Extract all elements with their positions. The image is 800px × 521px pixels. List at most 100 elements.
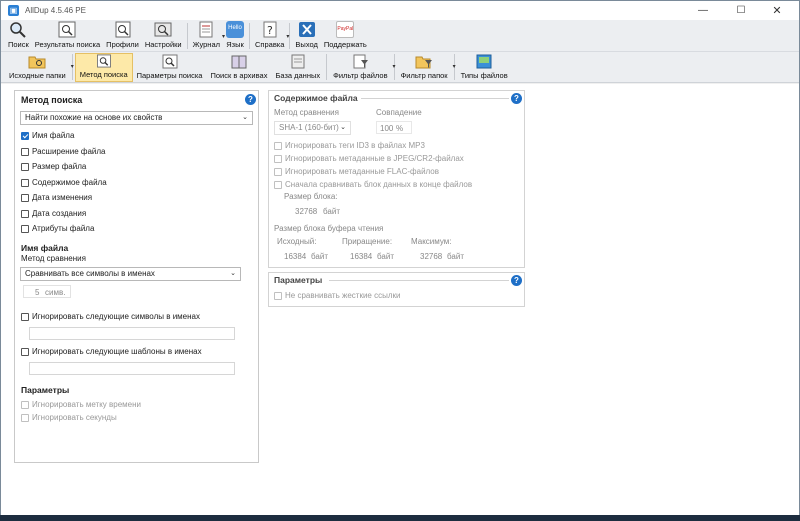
checkbox[interactable] — [21, 347, 29, 356]
language-button[interactable]: Hello Язык — [223, 21, 247, 51]
file-content-panel: Содержимое файла ? Метод сравнения Совпа… — [268, 90, 525, 268]
ignore-chars-input[interactable] — [29, 327, 235, 340]
source-folders-button[interactable]: Исходные папки ▾ — [5, 53, 74, 82]
file-filter-dropdown-icon[interactable]: ▾ — [393, 63, 396, 70]
match-label: Совпадение — [376, 108, 422, 117]
minimize-button[interactable]: — — [685, 1, 721, 20]
option-label: Игнорировать метаданные FLAC-файлов — [285, 167, 439, 176]
search-method-combo[interactable]: Найти похожие на основе их свойств ⌄ — [20, 111, 253, 125]
settings-button[interactable]: Настройки — [142, 21, 185, 51]
block-size-label: Размер блока: — [284, 192, 338, 201]
criterion-extension[interactable]: Расширение файла — [21, 147, 105, 156]
checkbox[interactable] — [274, 154, 282, 163]
option-label: Сначала сравнивать блок данных в конце ф… — [285, 180, 473, 189]
svg-text:?: ? — [267, 24, 273, 37]
title-bar: ▣ AllDup 4.5.46 PE — ☐ ✕ — [1, 1, 799, 20]
ignore-patterns-input[interactable] — [29, 362, 235, 375]
option-label: Игнорировать теги ID3 в файлах MP3 — [285, 141, 425, 150]
max-unit: байт — [447, 252, 464, 261]
criterion-created-date[interactable]: Дата создания — [21, 209, 86, 218]
criterion-attributes[interactable]: Атрибуты файла — [21, 224, 94, 233]
ignore-id3-option[interactable]: Игнорировать теги ID3 в файлах MP3 — [274, 141, 425, 150]
archive-icon — [231, 55, 247, 69]
source-folders-label: Исходные папки — [9, 71, 66, 80]
exit-button[interactable]: Выход — [292, 21, 320, 51]
help-dropdown-icon[interactable]: ▾ — [286, 33, 289, 40]
archive-search-button[interactable]: Поиск в архивах — [206, 53, 271, 82]
ignore-chars-label: Игнорировать следующие символы в именах — [32, 312, 200, 321]
criterion-filename[interactable]: Имя файла — [21, 131, 74, 140]
initial-label: Исходный: — [277, 237, 317, 246]
ignore-seconds-option[interactable]: Игнорировать секунды — [21, 413, 117, 422]
checkbox[interactable] — [274, 167, 282, 176]
ignore-patterns-option[interactable]: Игнорировать следующие шаблоны в именах — [21, 347, 202, 356]
ignore-chars-option[interactable]: Игнорировать следующие символы в именах — [21, 312, 200, 321]
checkbox[interactable] — [274, 141, 282, 150]
search-button[interactable]: Поиск — [5, 21, 32, 51]
checkbox[interactable] — [21, 413, 29, 422]
help-icon: ? — [263, 21, 277, 38]
settings-icon — [154, 22, 172, 37]
checkbox[interactable] — [21, 224, 29, 233]
checkbox[interactable] — [21, 193, 29, 202]
folder-filter-dropdown-icon[interactable]: ▾ — [453, 63, 456, 70]
checkbox[interactable] — [21, 131, 29, 140]
criterion-label: Дата создания — [32, 209, 87, 218]
search-label: Поиск — [8, 40, 29, 49]
toolbar-separator — [326, 54, 328, 80]
journal-icon — [199, 21, 213, 38]
max-label: Максимум: — [411, 237, 452, 246]
match-unit: % — [396, 124, 404, 133]
help-icon[interactable]: ? — [511, 93, 522, 104]
buffer-size-label: Размер блока буфера чтения — [274, 224, 384, 233]
search-params-button[interactable]: Параметры поиска — [133, 53, 207, 82]
checkbox[interactable] — [274, 291, 282, 300]
char-count-value: 5 — [35, 288, 40, 297]
block-size-value: 32768 — [295, 207, 318, 216]
help-icon[interactable]: ? — [511, 275, 522, 286]
ignore-jpeg-meta-option[interactable]: Игнорировать метаданные в JPEG/CR2-файла… — [274, 154, 464, 163]
checkbox[interactable] — [274, 180, 282, 189]
database-button[interactable]: База данных — [271, 53, 324, 82]
help-icon[interactable]: ? — [245, 94, 256, 105]
increment-label: Приращение: — [342, 237, 393, 246]
folder-filter-button[interactable]: Фильтр папок ▾ — [397, 53, 456, 82]
checkbox[interactable] — [21, 178, 29, 187]
criterion-label: Расширение файла — [32, 147, 106, 156]
checkbox[interactable] — [21, 162, 29, 171]
compare-end-block-option[interactable]: Сначала сравнивать блок данных в конце ф… — [274, 180, 472, 189]
criterion-modified-date[interactable]: Дата изменения — [21, 193, 92, 202]
compare-method-combo[interactable]: Сравнивать все символы в именах ⌄ — [20, 267, 241, 281]
ignore-flac-meta-option[interactable]: Игнорировать метаданные FLAC-файлов — [274, 167, 439, 176]
ignore-timestamp-option[interactable]: Игнорировать метку времени — [21, 400, 141, 409]
journal-button[interactable]: Журнал ▾ — [190, 21, 225, 51]
profiles-button[interactable]: Профили — [103, 21, 142, 51]
increment-value: 16384 — [350, 252, 373, 261]
toolbar-separator — [186, 23, 188, 49]
paypal-heart-icon: PayPal — [336, 21, 355, 38]
folder-filter-icon — [415, 56, 433, 69]
search-method-panel: Метод поиска ? Найти похожие на основе и… — [14, 90, 259, 463]
checkbox[interactable] — [21, 400, 29, 409]
results-label: Результаты поиска — [34, 40, 101, 49]
no-hardlinks-option[interactable]: Не сравнивать жесткие ссылки — [274, 291, 400, 300]
close-button[interactable]: ✕ — [759, 1, 795, 20]
panel-title: Содержимое файла — [274, 93, 361, 103]
checkbox[interactable] — [21, 147, 29, 156]
file-types-button[interactable]: Типы файлов — [457, 53, 512, 82]
file-filter-button[interactable]: Фильтр файлов ▾ — [329, 53, 396, 82]
maximize-button[interactable]: ☐ — [723, 1, 759, 20]
results-button[interactable]: Результаты поиска — [32, 21, 103, 51]
search-method-button[interactable]: Метод поиска — [74, 53, 133, 82]
criterion-size[interactable]: Размер файла — [21, 162, 86, 171]
source-folders-dropdown-icon[interactable]: ▾ — [71, 63, 74, 70]
initial-unit: байт — [311, 252, 328, 261]
magnifier-icon — [10, 22, 27, 38]
support-button[interactable]: PayPal Поддержать — [321, 21, 370, 51]
checkbox[interactable] — [21, 209, 29, 218]
ignore-seconds-label: Игнорировать секунды — [32, 413, 117, 422]
criterion-content[interactable]: Содержимое файла — [21, 178, 107, 187]
hash-method-combo[interactable]: SHA-1 (160-бит) ⌄ — [274, 121, 351, 135]
checkbox[interactable] — [21, 312, 29, 321]
help-button[interactable]: ? Справка ▾ — [252, 21, 289, 51]
